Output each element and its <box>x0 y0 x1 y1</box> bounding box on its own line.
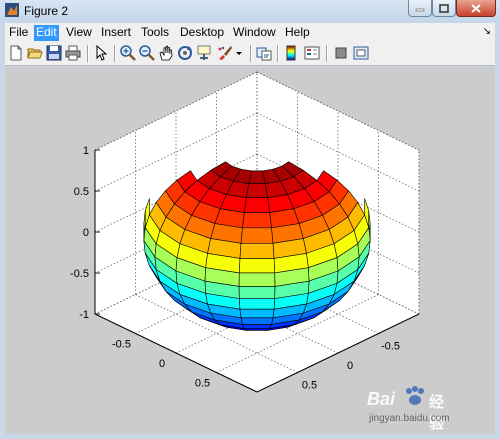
surface-patch <box>239 243 275 259</box>
paw-print-icon <box>406 386 424 405</box>
surface-patch <box>238 258 276 274</box>
minimize-icon <box>415 8 425 12</box>
y-tick-label: -0.5 <box>112 339 131 351</box>
show-plot-tools-icon[interactable] <box>353 45 369 61</box>
brush-icon[interactable] <box>217 45 233 61</box>
surface-patch <box>248 170 266 184</box>
surface-patch <box>239 308 275 319</box>
z-tick-label: 0.5 <box>74 186 89 198</box>
title-bar[interactable]: Figure 2 <box>0 0 500 22</box>
x-tick-label: 0 <box>347 360 353 372</box>
surface-patch <box>242 323 272 329</box>
menu-file[interactable]: File <box>7 25 30 41</box>
link-plot-icon[interactable] <box>256 45 272 61</box>
legend-icon[interactable] <box>304 45 320 61</box>
menu-window[interactable]: Window <box>231 25 278 41</box>
menu-view[interactable]: View <box>64 25 94 41</box>
y-tick-label: 0 <box>159 358 165 370</box>
window-title: Figure 2 <box>24 4 69 18</box>
axes-3d[interactable]: 1 0.5 0 -0.5 -1 0.5 0 -0.5 0.5 0 -0.5 <box>5 67 495 434</box>
x-tick-label: -0.5 <box>381 341 400 353</box>
surface-patch <box>238 298 276 310</box>
dock-arrow-icon[interactable]: ↘ <box>483 26 491 37</box>
x-tick-label: 0.5 <box>302 380 317 392</box>
z-tick-label: 1 <box>83 145 89 157</box>
print-icon[interactable] <box>65 45 81 61</box>
menu-tools[interactable]: Tools <box>139 25 171 41</box>
menu-desktop[interactable]: Desktop <box>178 25 226 41</box>
maximize-button[interactable] <box>432 0 456 17</box>
surface-patch <box>238 272 276 287</box>
y-tick-label: 0.5 <box>195 378 210 390</box>
z-tick-label: -0.5 <box>70 268 89 280</box>
data-cursor-icon[interactable] <box>196 45 212 61</box>
rotate-3d-icon[interactable] <box>177 45 193 61</box>
surface-patch <box>238 286 276 299</box>
toolbar-separator <box>326 45 328 62</box>
toolbar-separator <box>250 45 252 62</box>
zoom-in-icon[interactable] <box>120 45 136 61</box>
hide-plot-tools-icon[interactable] <box>333 45 349 61</box>
figure-toolbar <box>5 42 495 66</box>
pan-icon[interactable] <box>158 45 174 61</box>
menu-insert[interactable]: Insert <box>99 25 133 41</box>
open-file-icon[interactable] <box>27 45 43 61</box>
select-arrow-icon[interactable] <box>93 45 109 61</box>
surface-patch <box>243 197 271 213</box>
figure-canvas[interactable]: 1 0.5 0 -0.5 -1 0.5 0 -0.5 0.5 0 -0.5 Bai 经验 jingy… <box>5 67 495 434</box>
surface-patch <box>240 317 274 325</box>
surface-patch <box>240 227 274 244</box>
save-icon[interactable] <box>46 45 62 61</box>
toolbar-separator <box>277 45 279 62</box>
zoom-out-icon[interactable] <box>139 45 155 61</box>
brush-dropdown-icon[interactable] <box>234 45 244 61</box>
new-figure-icon[interactable] <box>8 45 24 61</box>
surface-patch <box>246 183 268 198</box>
toolbar-separator <box>114 45 116 62</box>
surface-patch <box>242 212 272 229</box>
menu-help[interactable]: Help <box>283 25 312 41</box>
z-tick-label: 0 <box>83 227 89 239</box>
close-button[interactable] <box>456 0 496 17</box>
figure-window: Figure 2 File Edit View Insert Tools Des… <box>0 0 500 439</box>
z-tick-label: -1 <box>79 309 89 321</box>
close-icon <box>471 3 481 13</box>
maximize-icon <box>439 3 449 13</box>
colorbar-icon[interactable] <box>283 45 299 61</box>
menu-edit[interactable]: Edit <box>34 25 59 41</box>
matlab-app-icon <box>5 3 19 17</box>
toolbar-separator <box>87 45 89 62</box>
minimize-button[interactable] <box>408 0 432 17</box>
menu-bar: File Edit View Insert Tools Desktop Wind… <box>5 23 495 42</box>
